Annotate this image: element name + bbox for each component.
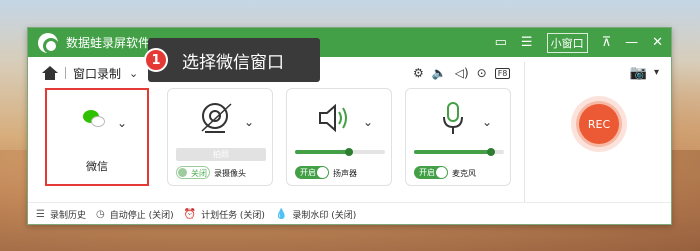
screenshot-camera-icon[interactable]: 📷	[630, 65, 647, 81]
title-bar: 数据蛙录屏软件 ▭ ☰ 小窗口 ⊼ — ✕	[28, 28, 671, 57]
chevron-down-icon[interactable]: ⌄	[363, 115, 373, 129]
alarm-icon: ⏰	[183, 208, 197, 220]
app-title: 数据蛙录屏软件	[66, 36, 151, 50]
microphone-label: 麦克风	[452, 169, 476, 178]
instruction-text: 选择微信窗口	[182, 52, 284, 73]
microphone-card: ⌄ 开启 麦克风	[405, 88, 511, 186]
divider	[524, 62, 525, 202]
menu-icon[interactable]: ☰	[521, 36, 533, 49]
list-icon: ☰	[36, 208, 45, 220]
history-item[interactable]: ☰ 录制历史	[36, 208, 86, 221]
webcam-card: ⌄ 拍照 关闭 录摄像头	[167, 88, 273, 186]
screenshot-chevron-down-icon[interactable]: ▾	[654, 67, 659, 78]
clock-icon: ◷	[95, 208, 105, 220]
settings-icon[interactable]: ⚙	[413, 66, 424, 80]
photo-button[interactable]: 拍照	[176, 148, 266, 161]
rec-button-halo: REC	[571, 96, 627, 152]
window-controls: ▭ ☰ 小窗口 ⊼ — ✕	[495, 28, 663, 57]
speaker-icon	[319, 103, 347, 133]
speaker-toggle[interactable]: 开启	[295, 166, 329, 179]
minimize-icon[interactable]: —	[625, 36, 638, 49]
fullscreen-icon[interactable]: F8	[494, 67, 511, 79]
message-icon[interactable]: ▭	[495, 36, 507, 49]
mouse-icon[interactable]: ⊙	[477, 66, 487, 80]
divider	[65, 67, 66, 79]
app-logo-icon	[38, 32, 59, 54]
webcam-toggle[interactable]: 关闭	[176, 166, 210, 179]
speaker-label: 扬声器	[333, 169, 357, 178]
droplet-icon: 💧	[274, 208, 288, 220]
pin-icon[interactable]: ⊼	[602, 36, 612, 49]
speaker-volume-slider[interactable]	[295, 148, 385, 156]
volume-icon[interactable]: ◁)	[455, 66, 469, 80]
webcam-label: 录摄像头	[214, 169, 246, 178]
webcam-icon	[201, 103, 232, 133]
window-source-label: 微信	[86, 160, 108, 173]
chevron-down-icon[interactable]: ⌄	[482, 115, 492, 129]
mute-speaker-icon[interactable]: 🔈	[432, 66, 447, 80]
home-icon[interactable]	[42, 66, 58, 80]
main-toolbar: 窗口录制 ⌄ ⚙ 🔈 ◁) ⊙ F8 📷 ▾	[28, 57, 671, 89]
microphone-icon	[443, 102, 463, 134]
microphone-volume-slider[interactable]	[414, 148, 504, 156]
close-icon[interactable]: ✕	[652, 36, 663, 49]
instruction-callout: 1 选择微信窗口	[144, 38, 320, 82]
chevron-down-icon[interactable]: ⌄	[117, 116, 127, 130]
auto-stop-item[interactable]: ◷ 自动停止 (关闭)	[96, 208, 174, 221]
step-number-badge: 1	[144, 48, 168, 72]
rec-button[interactable]: REC	[579, 104, 619, 144]
bottom-status-bar: ☰ 录制历史 ◷ 自动停止 (关闭) ⏰ 计划任务 (关闭) 💧 录制水印 (关…	[28, 202, 671, 225]
recording-mode-label[interactable]: 窗口录制	[73, 65, 121, 82]
app-window: 数据蛙录屏软件 ▭ ☰ 小窗口 ⊼ — ✕ 窗口录制 ⌄ ⚙ 🔈 ◁) ⊙ F8…	[27, 27, 672, 225]
watermark-item[interactable]: 💧 录制水印 (关闭)	[275, 208, 356, 221]
speaker-card: ⌄ 开启 扬声器	[286, 88, 392, 186]
chevron-down-icon[interactable]: ⌄	[244, 115, 254, 129]
microphone-toggle[interactable]: 开启	[414, 166, 448, 179]
mode-chevron-down-icon[interactable]: ⌄	[129, 67, 138, 80]
window-source-card[interactable]: ⌄ 微信	[45, 88, 149, 186]
schedule-item[interactable]: ⏰ 计划任务 (关闭)	[184, 208, 265, 221]
wechat-icon	[83, 110, 107, 128]
quick-tools: ⚙ 🔈 ◁) ⊙ F8	[413, 57, 511, 89]
mini-window-button[interactable]: 小窗口	[546, 32, 588, 53]
